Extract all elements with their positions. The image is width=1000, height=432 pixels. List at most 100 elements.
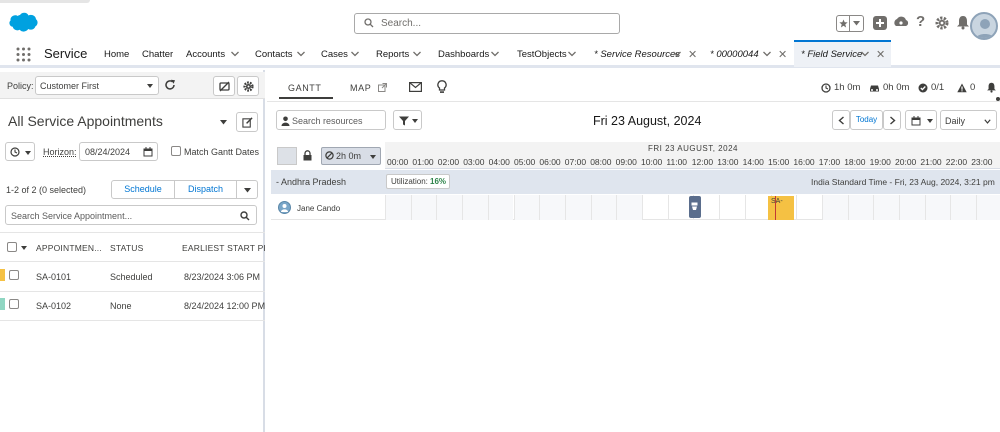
select-all-checkbox[interactable] — [7, 242, 17, 252]
notifications-bell-icon[interactable] — [956, 15, 970, 30]
nav-tab-home[interactable]: Home — [104, 49, 129, 60]
close-tab-icon[interactable]: ✕ — [876, 48, 885, 61]
timeline-cell[interactable] — [950, 195, 977, 220]
setup-gear-icon[interactable] — [935, 16, 949, 30]
resource-search-input[interactable]: Search resources — [276, 110, 386, 130]
next-day-button[interactable] — [883, 110, 901, 130]
global-search-input[interactable]: Search... — [354, 13, 620, 34]
edit-list-button[interactable] — [236, 112, 258, 132]
schedule-button[interactable]: Schedule — [111, 180, 175, 199]
chevron-down-icon[interactable] — [860, 49, 870, 59]
row-checkbox[interactable] — [9, 299, 19, 309]
timeline-cell[interactable] — [899, 195, 925, 220]
user-avatar[interactable] — [970, 12, 998, 40]
break-block[interactable] — [689, 196, 701, 218]
collapse-toggle[interactable] — [277, 147, 297, 165]
timeline-cell[interactable] — [642, 195, 668, 220]
timeline-cell[interactable] — [410, 195, 437, 220]
timeline-cell[interactable] — [539, 195, 565, 220]
mail-icon[interactable] — [409, 82, 422, 92]
timeline-cell[interactable] — [924, 195, 951, 220]
chevron-down-icon[interactable] — [230, 49, 240, 59]
list-view-title[interactable]: All Service Appointments — [8, 113, 163, 129]
external-link-icon[interactable] — [378, 83, 387, 92]
chevron-down-icon[interactable] — [412, 49, 422, 59]
resource-name[interactable]: Jane Cando — [297, 204, 340, 213]
favorites-button-group[interactable] — [836, 15, 864, 32]
app-launcher-icon[interactable] — [16, 47, 31, 62]
nav-tab-testobjects[interactable]: TestObjects — [517, 49, 567, 60]
appointment-search-input[interactable]: Search Service Appointment... — [5, 205, 257, 225]
timeline-cell[interactable] — [436, 195, 463, 220]
lock-icon[interactable] — [303, 150, 312, 161]
match-gantt-checkbox[interactable] — [171, 146, 181, 156]
salesforce-logo[interactable] — [8, 12, 38, 33]
column-header-appointment[interactable]: APPOINTMEN... — [36, 243, 102, 253]
nav-tab-service-resources[interactable]: * Service Resources — [594, 49, 680, 60]
column-header-earliest-start[interactable]: EARLIEST START PERM — [182, 243, 265, 253]
timeline-cell[interactable] — [821, 195, 848, 220]
horizon-date-input[interactable]: 08/24/2024 — [79, 142, 158, 161]
chevron-down-icon[interactable] — [350, 49, 360, 59]
more-actions-button[interactable] — [236, 180, 258, 199]
filter-button[interactable] — [393, 110, 422, 130]
appointment-id[interactable]: SA-0101 — [36, 272, 71, 282]
nav-tab-field-service[interactable]: * Field Service — [801, 49, 862, 60]
nav-tab-chatter[interactable]: Chatter — [142, 49, 173, 60]
list-view-caret-icon[interactable] — [220, 120, 227, 125]
close-tab-icon[interactable]: ✕ — [778, 48, 787, 61]
chevron-down-icon[interactable] — [850, 16, 863, 31]
duration-select[interactable]: 2h 0m — [321, 147, 381, 165]
timeline-cell[interactable] — [385, 195, 411, 220]
appointment-id[interactable]: SA-0102 — [36, 301, 71, 311]
help-icon[interactable]: ? — [916, 13, 925, 30]
chevron-down-icon[interactable] — [762, 49, 772, 59]
caret-down-icon[interactable] — [21, 246, 27, 250]
nav-tab-cases[interactable]: Cases — [321, 49, 348, 60]
nav-tab-record-00000044[interactable]: * 00000044 — [710, 49, 759, 60]
today-button[interactable]: Today — [850, 110, 883, 130]
territory-name[interactable]: - Andhra Pradesh — [276, 177, 346, 187]
chevron-down-icon[interactable] — [490, 49, 500, 59]
timeline-cell[interactable] — [719, 195, 745, 220]
toggle-view-button[interactable] — [213, 76, 235, 96]
timeline-cell[interactable] — [976, 195, 1000, 220]
add-icon[interactable] — [873, 16, 887, 30]
resource-avatar[interactable] — [278, 201, 291, 214]
star-icon[interactable] — [837, 16, 850, 31]
timeline-cell[interactable] — [590, 195, 617, 220]
tab-map[interactable]: MAP — [350, 83, 371, 93]
service-appointment-block[interactable]: SA- — [768, 196, 794, 220]
nav-tab-contacts[interactable]: Contacts — [255, 49, 293, 60]
notifications-bell-icon[interactable] — [986, 82, 997, 93]
row-checkbox[interactable] — [9, 270, 19, 280]
settings-button[interactable] — [237, 76, 259, 96]
timeline-cell[interactable] — [513, 195, 540, 220]
timeline-cell[interactable] — [462, 195, 488, 220]
chevron-down-icon[interactable] — [672, 49, 682, 59]
timeline-cell[interactable] — [873, 195, 899, 220]
timeline-cell[interactable] — [564, 195, 591, 220]
chevron-down-icon[interactable] — [296, 49, 306, 59]
timeline-cell[interactable] — [847, 195, 874, 220]
date-picker-button[interactable] — [905, 110, 937, 130]
timeline-cell[interactable] — [796, 195, 822, 220]
nav-tab-dashboards[interactable]: Dashboards — [438, 49, 489, 60]
nav-tab-reports[interactable]: Reports — [376, 49, 409, 60]
close-tab-icon[interactable]: ✕ — [688, 48, 697, 61]
trailhead-icon[interactable] — [893, 15, 909, 30]
view-resolution-select[interactable]: Daily — [940, 110, 997, 130]
lightbulb-icon[interactable] — [437, 80, 447, 94]
chevron-down-icon[interactable] — [567, 49, 577, 59]
refresh-icon[interactable] — [164, 79, 176, 91]
time-filter-button[interactable] — [5, 142, 35, 161]
previous-day-button[interactable] — [832, 110, 850, 130]
timeline-cell[interactable] — [616, 195, 642, 220]
dispatch-button[interactable]: Dispatch — [174, 180, 237, 199]
policy-select[interactable]: Customer First — [35, 76, 159, 95]
tab-gantt[interactable]: GANTT — [288, 83, 322, 93]
timeline-cell[interactable] — [487, 195, 514, 220]
timeline-cell[interactable] — [744, 195, 771, 220]
nav-tab-accounts[interactable]: Accounts — [186, 49, 225, 60]
column-header-status[interactable]: STATUS — [110, 243, 143, 253]
